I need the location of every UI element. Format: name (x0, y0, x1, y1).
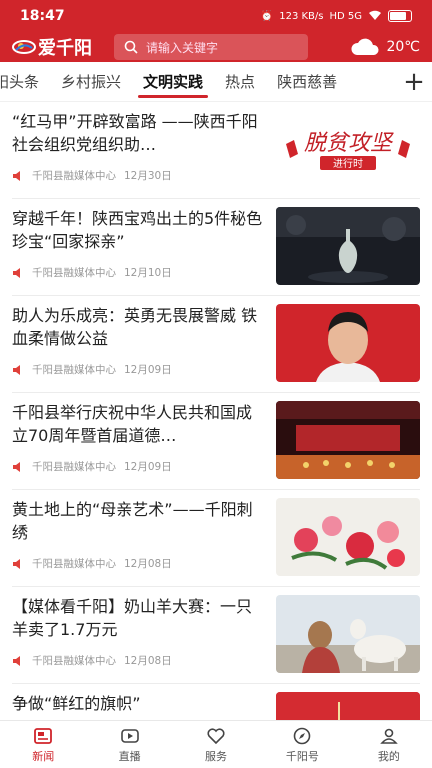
tab-hot[interactable]: 热点 (214, 62, 266, 101)
nav-news[interactable]: 新闻 (0, 721, 86, 768)
plus-icon: + (403, 67, 425, 97)
list-item[interactable]: 黄土地上的“母亲艺术”——千阳刺绣 千阳县融媒体中心 12月08日 (12, 490, 420, 587)
nav-qianyang-account[interactable]: 千阳号 (259, 721, 345, 768)
article-source: 千阳县融媒体中心 (32, 267, 116, 279)
battery-icon (388, 10, 412, 22)
nav-live[interactable]: 直播 (86, 721, 172, 768)
nav-label: 我的 (377, 749, 400, 763)
article-meta: 千阳县融媒体中心 12月09日 (12, 459, 172, 474)
list-item[interactable]: 争做“鲜红的旗帜” (12, 684, 420, 720)
nav-label: 千阳号 (285, 749, 319, 763)
tab-label: 阳头条 (0, 72, 40, 91)
service-icon (207, 727, 225, 744)
article-source: 千阳县融媒体中心 (32, 558, 116, 570)
app-header: 爱千阳 请输入关键字 20℃ (0, 32, 432, 62)
list-item[interactable]: “红马甲”开辟致富路 ——陕西千阳社会组织党组织助… 千阳县融媒体中心 12月3… (12, 102, 420, 199)
nav-label: 新闻 (32, 749, 55, 763)
article-meta: 千阳县融媒体中心 12月30日 (12, 168, 172, 183)
app-name: 爱千阳 (38, 38, 92, 59)
search-icon (124, 40, 138, 54)
weather-widget[interactable]: 20℃ (350, 37, 420, 57)
article-date: 12月09日 (124, 364, 172, 376)
article-title: 争做“鲜红的旗帜” (12, 694, 141, 713)
article-thumbnail (276, 692, 420, 720)
banner-subtitle-text: 进行时 (333, 157, 363, 170)
article-date: 12月08日 (124, 655, 172, 667)
article-thumbnail (276, 207, 420, 285)
list-item[interactable]: 【媒体看千阳】奶山羊大赛：一只羊卖了1.7万元 千阳县融媒体中心 12月08日 (12, 587, 420, 684)
tab-label: 文明实践 (143, 72, 204, 91)
article-meta: 千阳县融媒体中心 12月08日 (12, 556, 172, 571)
article-source: 千阳县融媒体中心 (32, 170, 116, 182)
nav-label: 服务 (205, 749, 228, 763)
article-date: 12月10日 (124, 267, 172, 279)
article-date: 12月08日 (124, 558, 172, 570)
tab-shaanxi-charity[interactable]: 陕西慈善 (266, 62, 348, 101)
article-title: 黄土地上的“母亲艺术”——千阳刺绣 (12, 500, 253, 542)
speaker-icon[interactable] (12, 170, 24, 181)
article-thumbnail (276, 595, 420, 673)
compass-icon (294, 727, 311, 744)
status-time: 18:47 (20, 8, 65, 24)
app-logo[interactable]: 爱千阳 (12, 34, 92, 60)
article-date: 12月30日 (124, 170, 172, 182)
article-title: 【媒体看千阳】奶山羊大赛：一只羊卖了1.7万元 (12, 597, 253, 639)
live-icon (120, 728, 139, 743)
article-meta: 千阳县融媒体中心 12月09日 (12, 362, 172, 377)
cloud-icon (351, 38, 379, 55)
article-thumbnail (276, 401, 420, 479)
article-meta: 千阳县融媒体中心 12月10日 (12, 265, 172, 280)
article-thumbnail (276, 498, 420, 576)
article-meta: 千阳县融媒体中心 12月08日 (12, 653, 172, 668)
bottom-nav: 新闻 直播 服务 千阳号 我的 (0, 720, 432, 768)
article-date: 12月09日 (124, 461, 172, 473)
speaker-icon[interactable] (12, 558, 24, 569)
search-input[interactable]: 请输入关键字 (114, 34, 308, 60)
news-icon (34, 727, 53, 744)
category-tabs: 阳头条 乡村振兴 文明实践 热点 陕西慈善 + (0, 62, 432, 102)
speaker-icon[interactable] (12, 267, 24, 278)
article-thumbnail (276, 304, 420, 382)
article-thumbnail: 脱贫攻坚 进行时 (276, 110, 420, 188)
article-title: 助人为乐成亮：英勇无畏展警威 铁血柔情做公益 (12, 306, 258, 348)
tab-headline[interactable]: 阳头条 (0, 62, 50, 101)
nav-mine[interactable]: 我的 (346, 721, 432, 768)
article-title: “红马甲”开辟致富路 ——陕西千阳社会组织党组织助… (12, 112, 258, 154)
tab-label: 陕西慈善 (277, 72, 338, 91)
banner-title-text: 脱贫攻坚 (304, 131, 394, 156)
article-source: 千阳县融媒体中心 (32, 364, 116, 376)
article-list: “红马甲”开辟致富路 ——陕西千阳社会组织党组织助… 千阳县融媒体中心 12月3… (0, 102, 432, 720)
search-placeholder: 请输入关键字 (146, 40, 219, 55)
article-source: 千阳县融媒体中心 (32, 461, 116, 473)
tab-rural-revitalization[interactable]: 乡村振兴 (50, 62, 132, 101)
temperature: 20℃ (386, 39, 420, 55)
tab-label: 热点 (225, 72, 256, 91)
speaker-icon[interactable] (12, 655, 24, 666)
alarm-icon: ⏰ (260, 10, 274, 22)
speaker-icon[interactable] (12, 461, 24, 472)
network-speed: 123 KB/s (279, 10, 324, 22)
list-item[interactable]: 穿越千年！陕西宝鸡出土的5件秘色珍宝“回家探亲” 千阳县融媒体中心 12月10日 (12, 199, 420, 296)
tab-civilization-practice[interactable]: 文明实践 (132, 62, 214, 101)
article-title: 穿越千年！陕西宝鸡出土的5件秘色珍宝“回家探亲” (12, 209, 263, 251)
nav-label: 直播 (118, 749, 141, 763)
article-title: 千阳县举行庆祝中华人民共和国成立70周年暨首届道德… (12, 403, 253, 445)
list-item[interactable]: 千阳县举行庆祝中华人民共和国成立70周年暨首届道德… 千阳县融媒体中心 12月0… (12, 393, 420, 490)
status-bar: 18:47 ⏰ 123 KB/s HD 5G (0, 0, 432, 32)
signal-label: HD 5G (329, 10, 362, 22)
speaker-icon[interactable] (12, 364, 24, 375)
logo-swoosh-icon (12, 40, 36, 54)
status-icons: ⏰ 123 KB/s HD 5G (261, 9, 412, 24)
article-source: 千阳县融媒体中心 (32, 655, 116, 667)
add-tab-button[interactable]: + (396, 62, 432, 101)
user-icon (380, 728, 398, 744)
wifi-icon (368, 9, 382, 24)
nav-service[interactable]: 服务 (173, 721, 259, 768)
list-item[interactable]: 助人为乐成亮：英勇无畏展警威 铁血柔情做公益 千阳县融媒体中心 12月09日 (12, 296, 420, 393)
tab-label: 乡村振兴 (61, 72, 122, 91)
